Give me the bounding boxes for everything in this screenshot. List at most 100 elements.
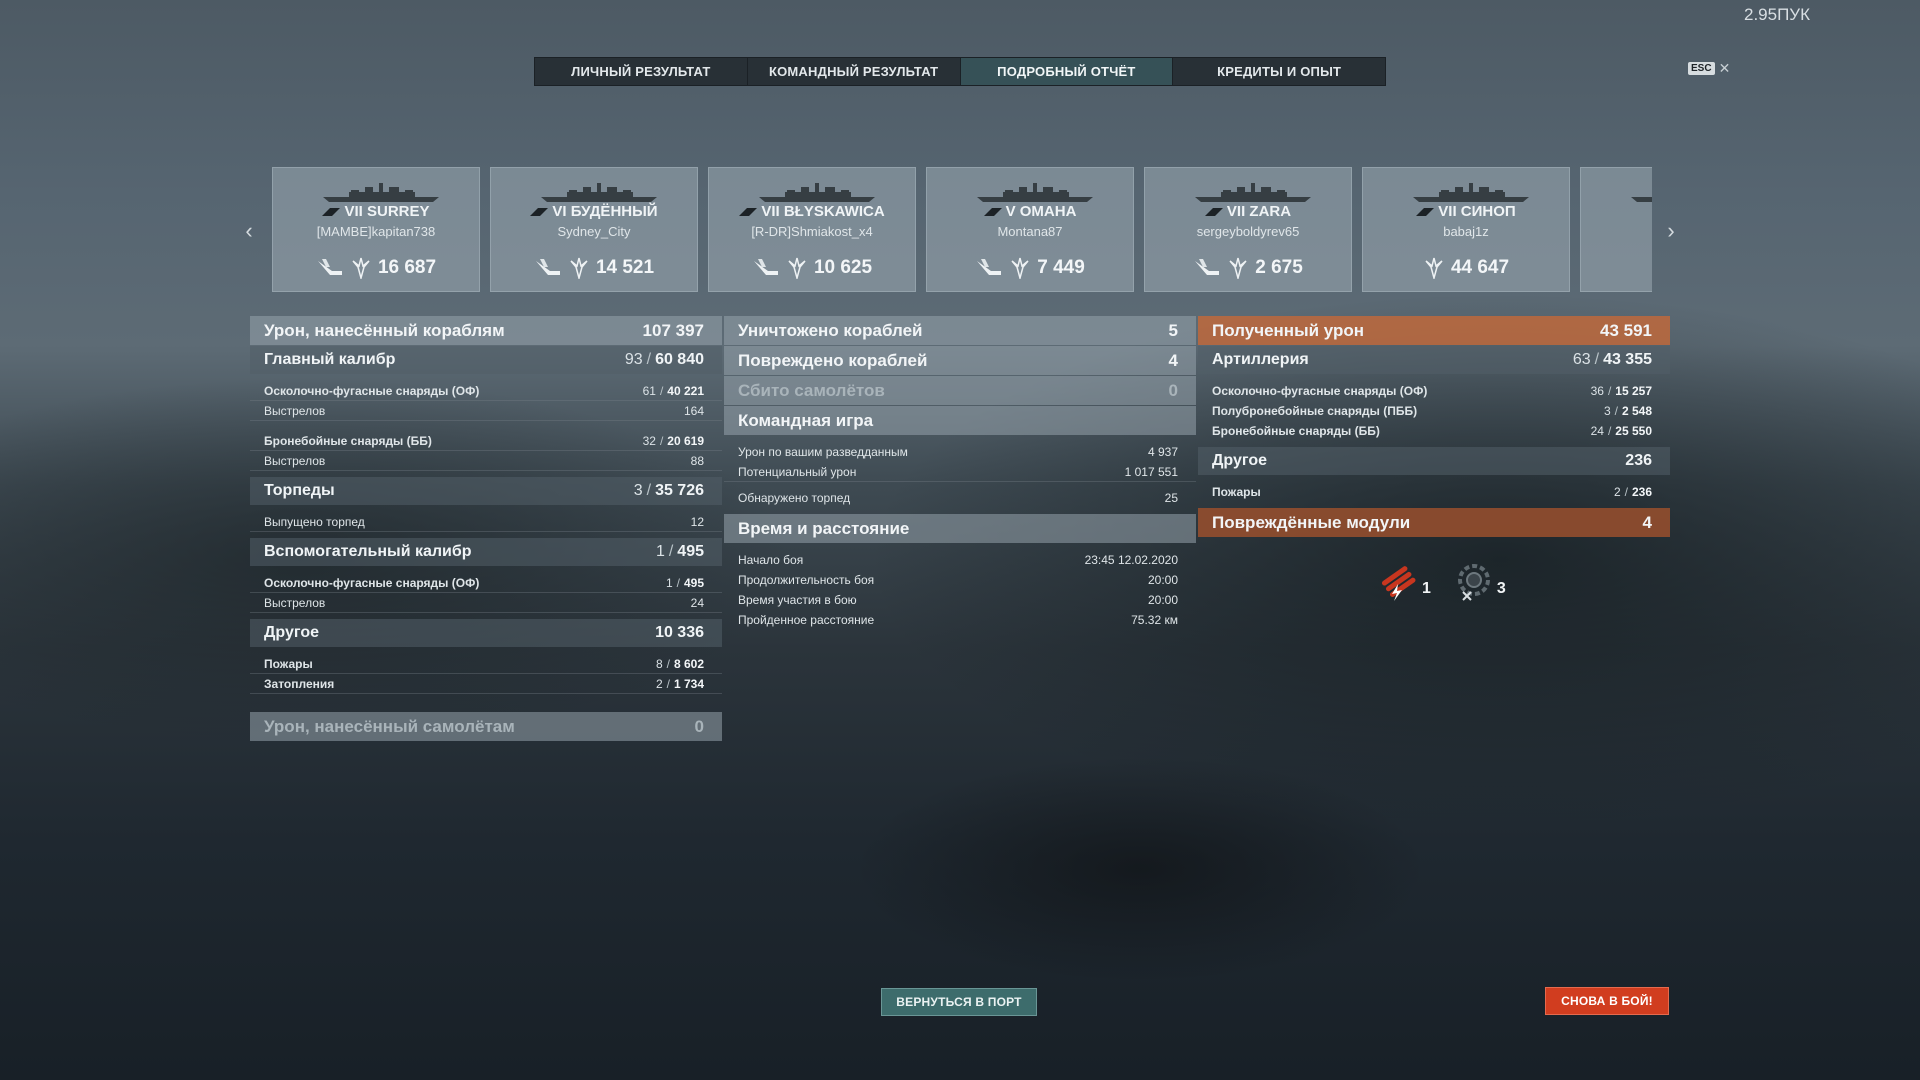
received-other-label: Другое [1212, 452, 1267, 469]
received-sap-value: 2 548 [1621, 404, 1652, 418]
received-other-row: Другое 236 [1198, 447, 1670, 475]
ship-card-7[interactable]: [OLD_ [1580, 167, 1652, 292]
fires-hits: 8 [655, 656, 663, 671]
battle-duration-label: Продолжительность боя [738, 573, 875, 587]
time-in-battle-label: Время участия в бою [738, 593, 857, 607]
spotting-damage-value: 4 937 [1147, 445, 1178, 459]
module-engine: 3 [1453, 562, 1506, 602]
tab-credits-xp[interactable]: КРЕДИТЫ И ОПЫТ [1173, 58, 1385, 85]
artillery-value: 43 355 [1603, 351, 1652, 368]
distance-value: 75.32 км [1131, 613, 1178, 627]
he-shells-value: 40 221 [667, 383, 704, 398]
received-ap-value: 25 550 [1615, 424, 1652, 438]
cruiser-icon [1195, 183, 1311, 202]
he-shells-row: Осколочно-фугасные снаряды (ОФ) 61/40 22… [250, 381, 722, 401]
he-shots-value: 164 [683, 403, 704, 418]
damage-ships-row: Урон, нанесённый кораблям 107 397 [250, 316, 722, 345]
secondary-caliber-value: 495 [677, 543, 704, 560]
team-play-label: Командная игра [738, 410, 874, 430]
floods-hits: 2 [655, 676, 663, 691]
player-name: babaj1z [1443, 224, 1489, 239]
ship-card-2[interactable]: VI БУДЁННЫЙ Sydney_City 14 521 [490, 167, 698, 292]
received-sap-hits: 3 [1603, 404, 1611, 418]
ship-name: VII BŁYSKAWICA [761, 203, 885, 220]
planes-shot-value: 0 [1168, 380, 1178, 400]
ap-shells-value: 20 619 [667, 433, 704, 448]
received-fires-value: 236 [1631, 485, 1652, 499]
ap-shells-hits: 32 [642, 433, 656, 448]
damage-icon [1011, 257, 1029, 279]
received-he-row: Осколочно-фугасные снаряды (ОФ) 36/15 25… [1212, 384, 1652, 398]
distance-row: Пройденное расстояние 75.32 км [724, 610, 1196, 630]
close-icon: ✕ [1718, 60, 1731, 76]
aircraft-icon [535, 259, 560, 275]
ship-card-4[interactable]: V OMAHA Montana87 7 449 [926, 167, 1134, 292]
other-damage-label: Другое [264, 624, 319, 641]
secondary-shots-value: 24 [690, 595, 704, 610]
ship-name: VII SURREY [344, 203, 430, 220]
fires-value: 8 602 [673, 656, 704, 671]
module-torpedo-tubes: 1 [1378, 562, 1431, 602]
ap-shots-value: 88 [690, 453, 704, 468]
player-name: [OLD_ [1581, 224, 1652, 239]
received-ap-row: Бронебойные снаряды (ББ) 24/25 550 [1212, 424, 1652, 438]
damage-icon [788, 257, 806, 279]
he-shells-hits: 61 [642, 383, 656, 398]
planes-shot-row: Сбито самолётов 0 [724, 376, 1196, 405]
ship-card-3[interactable]: VII BŁYSKAWICA [R-DR]Shmiakost_x4 10 625 [708, 167, 916, 292]
ship-name: VI БУДЁННЫЙ [552, 203, 658, 220]
ship-damage-value: 44 647 [1450, 257, 1510, 278]
ship-card-1[interactable]: VII SURREY [MAMBE]kapitan738 16 687 [272, 167, 480, 292]
battle-again-button[interactable]: СНОВА В БОЙ! [1545, 987, 1669, 1015]
esc-close-button[interactable]: ESC ✕ [1688, 60, 1730, 77]
spotting-damage-label: Урон по вашим разведданным [738, 445, 908, 459]
damage-planes-label: Урон, нанесённый самолётам [264, 716, 515, 736]
engine-count: 3 [1496, 580, 1506, 597]
battle-start-label: Начало боя [738, 553, 804, 567]
main-caliber-row: Главный калибр 93/60 840 [250, 346, 722, 374]
main-caliber-label: Главный калибр [264, 351, 396, 368]
ship-card-5[interactable]: VII ZARA sergeyboldyrev65 2 675 [1144, 167, 1352, 292]
aircraft-icon [317, 259, 342, 275]
damage-ships-label: Урон, нанесённый кораблям [264, 320, 505, 340]
floods-row: Затопления 2/1 734 [250, 674, 722, 694]
secondary-he-row: Осколочно-фугасные снаряды (ОФ) 1/495 [250, 573, 722, 593]
received-other-value: 236 [1625, 452, 1652, 469]
torpedoes-launched-label: Выпущено торпед [264, 514, 365, 529]
return-to-port-button[interactable]: ВЕРНУТЬСЯ В ПОРТ [881, 988, 1037, 1016]
damage-icon [570, 257, 588, 279]
torpedoes-launched-value: 12 [690, 514, 704, 529]
carousel-next-arrow[interactable]: › [1661, 218, 1681, 244]
floods-label: Затопления [264, 676, 335, 691]
distance-label: Пройденное расстояние [738, 613, 875, 627]
tab-detailed-report[interactable]: ПОДРОБНЫЙ ОТЧЁТ [960, 58, 1174, 85]
received-sap-row: Полубронебойные снаряды (ПББ) 3/2 548 [1212, 404, 1652, 418]
damage-received-panel: Полученный урон 43 591 Артиллерия 63/43 … [1198, 316, 1670, 538]
ship-name: VII СИНОП [1438, 203, 1516, 220]
ship-damage-value: 16 687 [377, 257, 437, 278]
torpedoes-label: Торпеды [264, 482, 335, 499]
cruiser-icon [977, 183, 1093, 202]
carousel-prev-arrow[interactable]: ‹ [239, 218, 259, 244]
damage-planes-row: Урон, нанесённый самолётам 0 [250, 712, 722, 741]
he-shots-row: Выстрелов 164 [250, 401, 722, 421]
secondary-shots-row: Выстрелов 24 [250, 593, 722, 613]
cruiser-icon [541, 183, 657, 202]
battle-stats-panel: Уничтожено кораблей 5 Повреждено корабле… [724, 316, 1196, 630]
artillery-hits: 63 [1572, 351, 1591, 368]
tab-personal-result[interactable]: ЛИЧНЫЙ РЕЗУЛЬТАТ [535, 58, 748, 85]
ship-card-6[interactable]: VII СИНОП babaj1z 44 647 [1362, 167, 1570, 292]
damage-icon [1425, 257, 1443, 279]
destroyed-row: Уничтожено кораблей 5 [724, 316, 1196, 345]
torpedoes-value: 35 726 [655, 482, 704, 499]
received-ap-label: Бронебойные снаряды (ББ) [1212, 424, 1380, 438]
damage-icon [1229, 257, 1247, 279]
damage-dealt-panel: Урон, нанесённый кораблям 107 397 Главны… [250, 316, 722, 742]
ship-damage-value: 7 449 [1037, 257, 1085, 278]
tab-team-result[interactable]: КОМАНДНЫЙ РЕЗУЛЬТАТ [747, 58, 961, 85]
ap-shells-row: Бронебойные снаряды (ББ) 32/20 619 [250, 431, 722, 451]
received-he-value: 15 257 [1615, 384, 1652, 398]
player-name: Montana87 [997, 224, 1063, 239]
received-fires-row: Пожары 2/236 [1212, 485, 1652, 499]
battleship-icon [1413, 183, 1529, 202]
